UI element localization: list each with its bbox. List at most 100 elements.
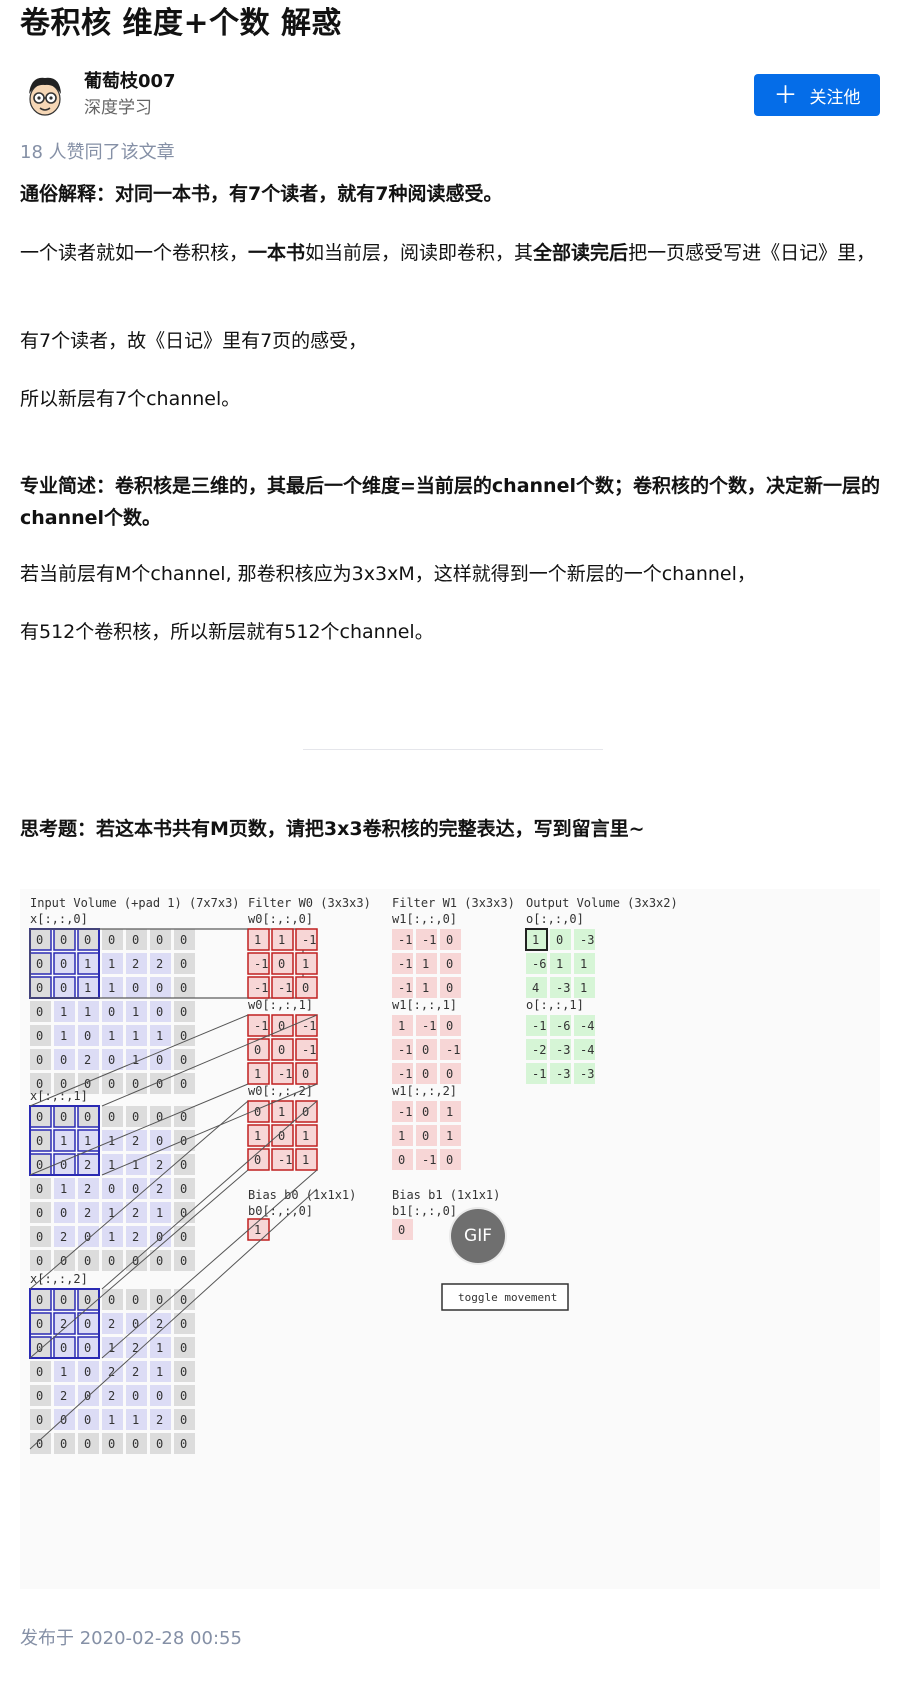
filter-w1-grid-value: 1: [446, 1129, 453, 1143]
convolution-diagram: Input Volume (+pad 1) (7x7x3) Filter W0 (…: [29, 896, 678, 1454]
output-grid-value: -3: [580, 1067, 594, 1081]
bias-b0-title: Bias b0 (1x1x1): [248, 1188, 356, 1202]
paragraph-plain-explanation: 通俗解释：对同一本书，有7个读者，就有7种阅读感受。: [20, 183, 503, 205]
filter-w0-grid-value: 0: [278, 1043, 285, 1057]
input-grid-value: 0: [36, 1005, 43, 1019]
filter-w0-grid-value: 0: [278, 957, 285, 971]
filter-w1-grid-value: -1: [398, 981, 412, 995]
input-slice-label: x[:,:,1]: [30, 1089, 88, 1103]
input-grid-value: 0: [36, 1110, 43, 1124]
filter-w0-grid-value: 0: [278, 1129, 285, 1143]
filter-w0-grid-value: -1: [302, 933, 316, 947]
input-grid-value: 0: [60, 1293, 67, 1307]
input-grid-value: 1: [108, 957, 115, 971]
filter-w1-slice-label: w1[:,:,2]: [392, 1084, 457, 1098]
input-grid-value: 0: [180, 1341, 187, 1355]
input-grid-value: 1: [108, 1029, 115, 1043]
input-grid-value: 0: [84, 1110, 91, 1124]
input-grid-value: 0: [108, 1254, 115, 1268]
input-grid-value: 0: [156, 1077, 163, 1091]
output-slice-label: o[:,:,1]: [526, 998, 584, 1012]
section-divider: [303, 749, 603, 750]
output-grid-value: 1: [580, 981, 587, 995]
author-avatar[interactable]: [22, 72, 68, 118]
output-grid-value: 1: [556, 957, 563, 971]
input-grid-value: 0: [108, 1437, 115, 1451]
paragraph-seven-readers: 有7个读者，故《日记》里有7页的感受，: [20, 330, 368, 352]
input-grid-value: 0: [108, 1110, 115, 1124]
input-slice-label: x[:,:,0]: [30, 912, 88, 926]
filter-w0-grid-value: 1: [254, 1129, 261, 1143]
input-grid-value: 1: [60, 1134, 67, 1148]
input-grid-value: 2: [156, 1182, 163, 1196]
input-grid-value: 0: [84, 1437, 91, 1451]
filter-w1-grid-value: 0: [446, 1019, 453, 1033]
paragraph-seven-channels: 所以新层有7个channel。: [20, 388, 241, 410]
input-grid-value: 0: [132, 1254, 139, 1268]
author-name[interactable]: 葡萄枝007: [84, 69, 176, 95]
input-grid-value: 0: [36, 1134, 43, 1148]
toggle-movement-label: toggle movement: [458, 1291, 557, 1304]
filter-w0-grid-value: 1: [254, 1067, 261, 1081]
input-grid-value: 2: [108, 1389, 115, 1403]
filter-w1-grid-value: 0: [446, 1153, 453, 1167]
output-slice-label: o[:,:,0]: [526, 912, 584, 926]
input-grid-value: 0: [108, 1182, 115, 1196]
bold-run: 全部读完后: [533, 242, 629, 264]
input-grid-value: 0: [132, 1182, 139, 1196]
paragraph-professional-summary: 专业简述：卷积核是三维的，其最后一个维度=当前层的channel个数；卷积核的个…: [20, 475, 880, 529]
input-grid-value: 0: [180, 1413, 187, 1427]
input-grid-value: 0: [60, 1110, 67, 1124]
output-grid-value: 4: [532, 981, 539, 995]
text-run: 把一页感受写进《日记》里，: [628, 242, 876, 264]
follow-label: 关注他: [809, 87, 861, 108]
input-grid-value: 0: [36, 981, 43, 995]
input-grid-value: 1: [84, 981, 91, 995]
input-grid-value: 0: [60, 1254, 67, 1268]
filter-w1-grid-value: -1: [398, 1067, 412, 1081]
filter-w1-grid-value: 0: [446, 981, 453, 995]
output-grid-value: 1: [580, 957, 587, 971]
vote-count[interactable]: 18 人赞同了该文章: [20, 140, 175, 166]
input-grid-value: 0: [132, 933, 139, 947]
input-grid-value: 0: [132, 1389, 139, 1403]
input-grid-value: 0: [60, 981, 67, 995]
filter-w1-grid-value: 1: [398, 1019, 405, 1033]
output-grid-value: -6: [556, 1019, 570, 1033]
input-grid-value: 0: [36, 1293, 43, 1307]
bias-b0-label: b0[:,:,0]: [248, 1204, 313, 1218]
input-grid-value: 0: [108, 1053, 115, 1067]
input-grid-value: 0: [60, 1341, 67, 1355]
filter-w1-grid-value: -1: [422, 1019, 436, 1033]
thinking-question: 思考题：若这本书共有M页数，请把3x3卷积核的完整表达，写到留言里~: [20, 818, 645, 840]
text-run: 如当前层，阅读即卷积，其: [305, 242, 534, 264]
input-grid-value: 0: [36, 1365, 43, 1379]
input-grid-value: 2: [108, 1317, 115, 1331]
input-grid-value: 0: [132, 1437, 139, 1451]
input-grid-value: 1: [108, 1413, 115, 1427]
filter-w1-slice-label: w1[:,:,0]: [392, 912, 457, 926]
avatar-icon: [23, 73, 67, 117]
input-grid-value: 0: [108, 933, 115, 947]
input-grid-value: 0: [180, 1365, 187, 1379]
gif-play-badge[interactable]: GIF: [449, 1207, 507, 1265]
filter-w0-grid-value: -1: [254, 957, 268, 971]
input-grid-value: 2: [156, 1413, 163, 1427]
input-grid-value: 1: [60, 1365, 67, 1379]
filter-w1-grid-value: 0: [446, 933, 453, 947]
filter-w1-title: Filter W1 (3x3x3): [392, 896, 515, 910]
input-grid-value: 0: [84, 1029, 91, 1043]
input-grid-value: 2: [60, 1230, 67, 1244]
input-grid-value: 0: [60, 933, 67, 947]
input-slice-label: x[:,:,2]: [30, 1272, 88, 1286]
filter-w1-slice-label: w1[:,:,1]: [392, 998, 457, 1012]
input-grid-value: 0: [60, 1053, 67, 1067]
output-grid-value: 0: [556, 933, 563, 947]
input-grid-value: 2: [84, 1158, 91, 1172]
input-grid-value: 0: [156, 1134, 163, 1148]
filter-w1-grid-value: -1: [446, 1043, 460, 1057]
filter-w0-grid-value: -1: [254, 981, 268, 995]
filter-w0-grid-value: 0: [302, 981, 309, 995]
follow-button[interactable]: ＋ 关注他: [754, 74, 880, 116]
publish-time: 发布于 2020-02-28 00:55: [20, 1628, 242, 1649]
